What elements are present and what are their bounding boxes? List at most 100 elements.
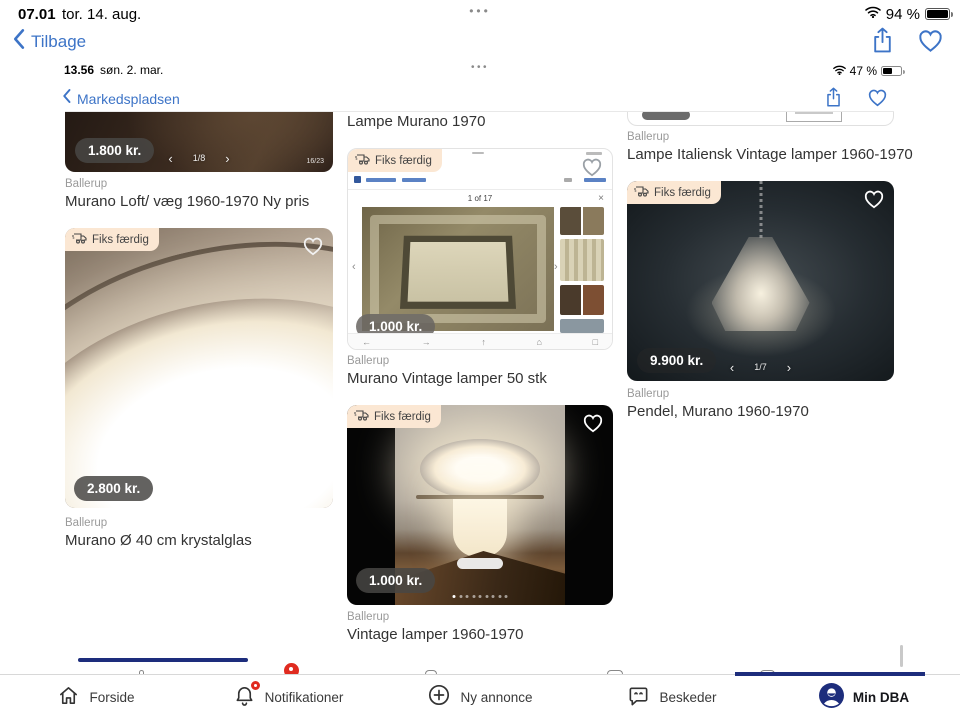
inner-chevron-left-icon [62,88,71,109]
share-icon[interactable] [870,26,895,59]
listing-title[interactable]: Murano Loft/ væg 1960-1970 Ny pris [65,193,309,210]
web-status-fragment [586,152,602,155]
carousel-prev-icon[interactable]: ‹ [168,152,172,165]
fiks-faerdig-badge: Fiks færdig [65,228,159,251]
lamp-chain-shape [759,181,762,239]
profile-avatar-icon [818,682,844,713]
web-status-fragment [472,152,484,154]
fiks-faerdig-badge: Fiks færdig [348,149,442,172]
carousel-next-icon[interactable]: › [787,361,791,374]
tab-label: Beskeder [659,690,717,705]
listing-location: Ballerup [347,355,390,367]
favorite-heart-icon[interactable] [917,28,944,58]
carousel-prev-icon[interactable]: ‹ [730,361,734,374]
carousel-dots [452,595,508,598]
listing-card-cut[interactable] [627,112,894,126]
inner-scrollbar[interactable] [900,645,903,667]
web-logo-icon [354,176,361,183]
web-thumbnail [560,319,604,333]
listing-location: Ballerup [347,611,390,623]
listing-title[interactable]: Murano Vintage lamper 50 stk [347,370,547,387]
inner-back-button[interactable]: Markedspladsen [62,88,180,109]
status-right-cluster: 94 % [865,5,953,23]
browser-share-icon: ↑ [481,336,486,347]
listing-image-vintage-mushroom[interactable]: Fiks færdig 1.000 kr. [347,405,613,605]
tab-min-dba[interactable]: Min DBA [768,675,960,720]
back-button[interactable]: Tilbage [12,28,86,55]
price-badge: 9.900 kr. [637,348,717,373]
web-photo-counter: 1 of 17 [467,194,493,203]
inner-status-activity-dots: ••• [470,62,489,73]
web-link-fragment [366,178,396,182]
active-tab-indicator [735,672,925,676]
chat-bubble-icon [627,684,650,712]
web-link-fragment [402,178,426,182]
listing-image-pendel-murano[interactable]: Fiks færdig 9.900 kr. ‹ 1/7 › [627,181,894,381]
listing-location: Ballerup [627,388,670,400]
listing-title-cut[interactable]: Lampe Murano 1970 [347,113,485,130]
bottom-tab-bar: Forside Notifikationer Ny annonce Besked… [0,672,960,720]
tab-label: Forside [89,690,135,705]
tab-beskeder[interactable]: Beskeder [576,675,768,720]
web-link-fragment [564,178,572,182]
inner-battery-percent: 47 % [849,64,877,78]
status-activity-dots: ••• [469,4,491,18]
tab-forside[interactable]: Forside [0,675,192,720]
wifi-icon [865,5,881,23]
plus-circle-icon [427,683,451,712]
web-divider [348,189,612,190]
lamp-cone-shape [711,237,810,331]
listing-title[interactable]: Murano Ø 40 cm krystalglas [65,532,252,549]
price-badge: 1.000 kr. [356,568,436,593]
web-thumbnail-column [560,207,604,337]
web-main-photo [362,207,554,331]
battery-icon [925,8,953,20]
delivery-truck-icon [72,232,87,247]
listing-location: Ballerup [627,131,670,143]
fiks-faerdig-label: Fiks færdig [654,186,711,199]
browser-tabs-icon: □ [592,336,598,347]
back-button-label: Tilbage [31,31,87,51]
inner-back-button-label: Markedspladsen [77,90,180,107]
notification-badge [249,679,261,691]
listing-heart-icon[interactable] [581,157,603,182]
listing-location: Ballerup [65,517,108,529]
web-thumbnail [560,285,604,315]
bell-icon [233,679,261,712]
listing-title[interactable]: Pendel, Murano 1960-1970 [627,403,809,420]
outer-nav-actions [870,26,944,59]
lamp-cap-shape [420,439,540,499]
fiks-faerdig-badge: Fiks færdig [347,405,441,428]
tab-label: Min DBA [852,690,910,705]
listing-heart-icon[interactable] [863,189,885,214]
image-carousel-controls[interactable]: ‹ 1/7 › [730,361,791,374]
listing-title[interactable]: Lampe Italiensk Vintage lamper 1960-1970 [627,146,913,163]
image-carousel-controls[interactable]: ‹ 1/8 › [168,152,229,165]
listing-title[interactable]: Vintage lamper 1960-1970 [347,626,524,643]
listing-image-murano-vintage-50stk[interactable]: Fiks færdig 1 of 17 × ‹ › 1.000 kr. ← → … [347,148,613,350]
tab-notifikationer[interactable]: Notifikationer [192,675,384,720]
browser-home-icon: ⌂ [536,336,542,347]
chevron-left-icon [12,28,25,55]
lamp-face [399,235,517,309]
home-icon [57,684,80,712]
price-badge: 2.800 kr. [74,476,154,501]
delivery-truck-icon [634,185,649,200]
listing-heart-icon[interactable] [582,413,604,438]
web-header-row [354,175,606,185]
listing-heart-icon[interactable] [302,236,324,261]
inner-favorite-heart-icon[interactable] [867,88,888,112]
app-screen: 07.01 tor. 14. aug. ••• 94 % Tilbage 13.… [0,0,960,720]
inner-tab-indicator-fragment [78,658,248,662]
tab-ny-annonce[interactable]: Ny annonce [384,675,576,720]
web-next-arrow-icon: › [554,261,558,273]
carousel-page-indicator: 1/8 [192,153,206,163]
inner-share-icon[interactable] [824,86,843,113]
inner-wifi-icon [832,62,846,80]
lamp-stem-shape [453,499,507,557]
listing-image-murano-krystalglas[interactable]: Fiks færdig 2.800 kr. [65,228,333,508]
battery-percent: 94 % [885,5,920,23]
fiks-faerdig-label: Fiks færdig [375,154,432,167]
listing-image-murano-loft[interactable]: 1.800 kr. ‹ 1/8 › 16/23 [65,112,333,172]
carousel-next-icon[interactable]: › [225,152,229,165]
